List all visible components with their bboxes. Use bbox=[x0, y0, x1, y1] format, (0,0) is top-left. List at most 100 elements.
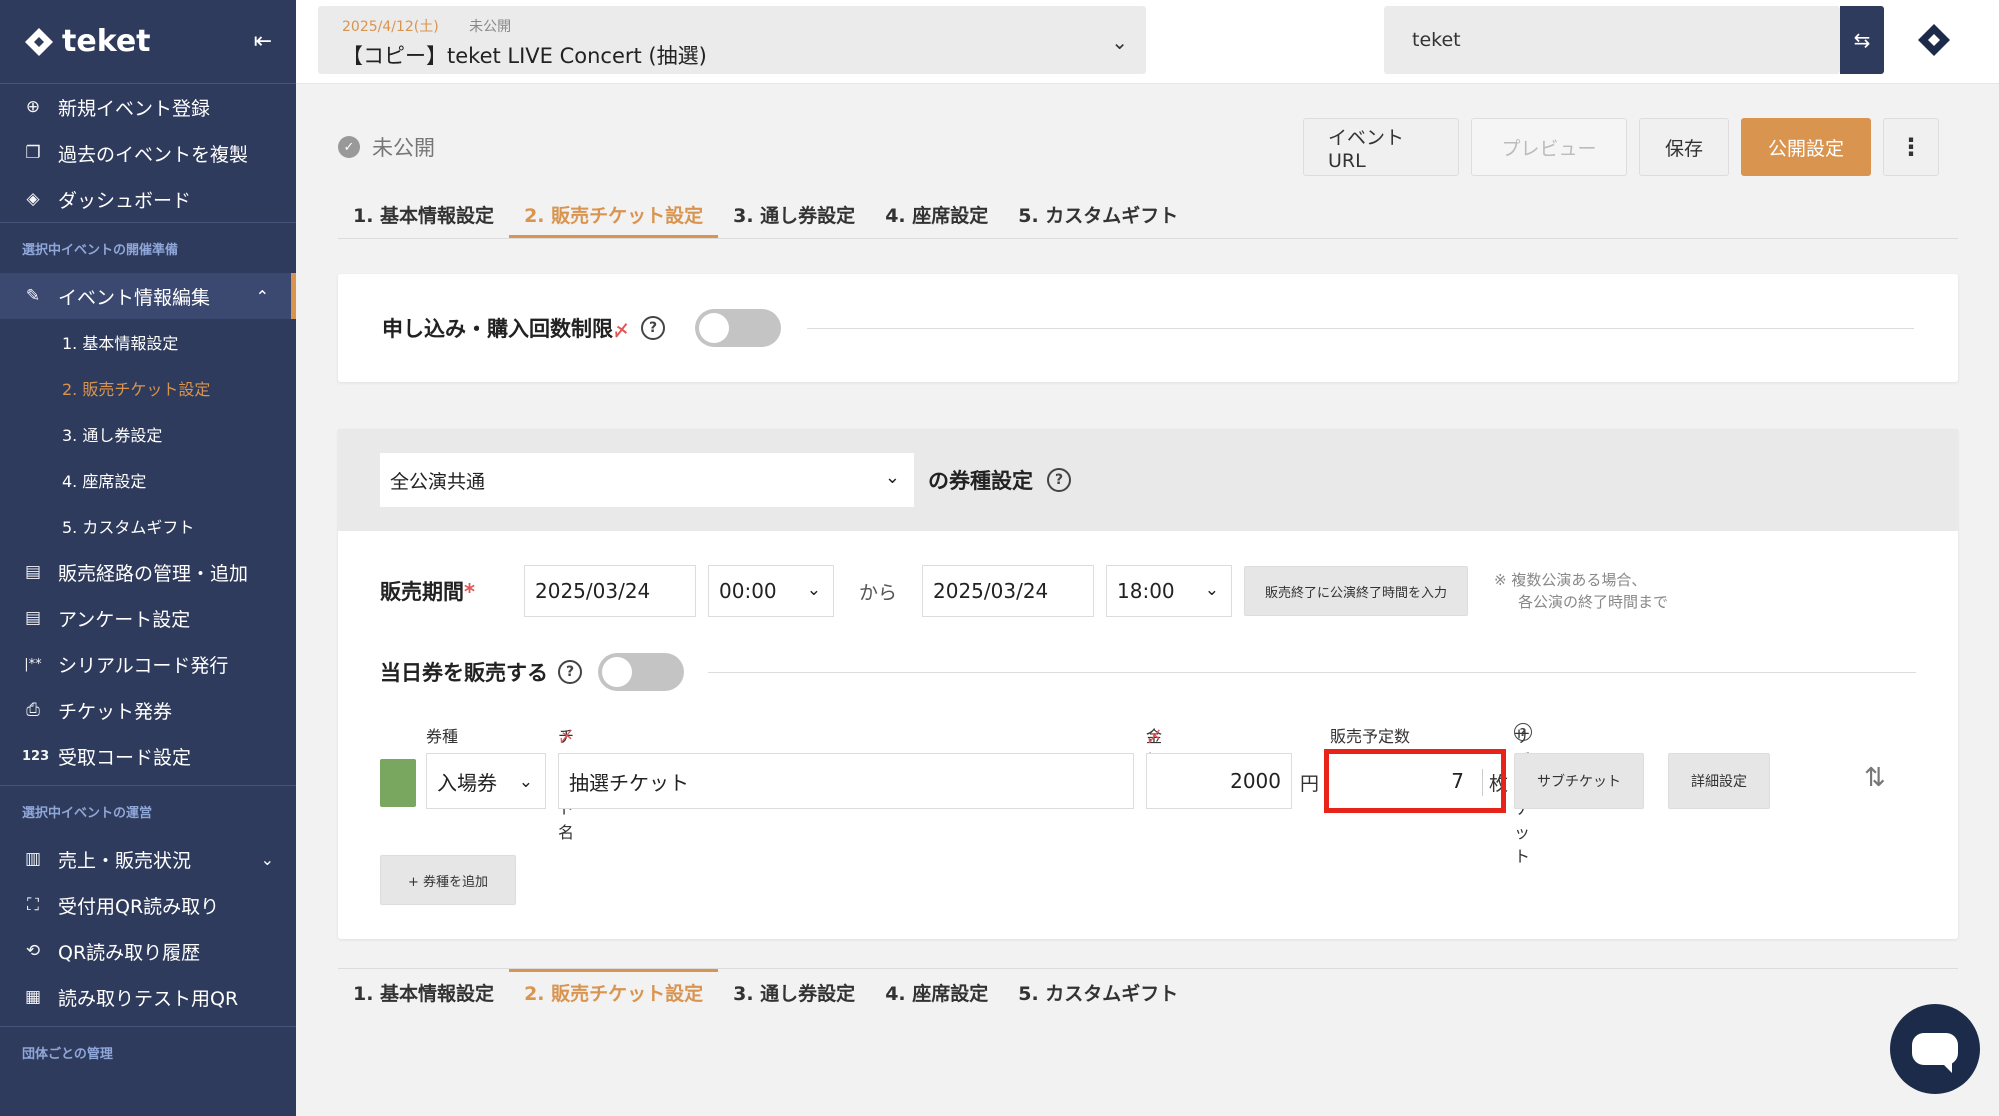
sidebar-sub-gift[interactable]: 5. カスタムギフト bbox=[0, 503, 296, 549]
help-icon[interactable]: ? bbox=[1047, 468, 1071, 492]
sidebar-section-prep: 選択中イベントの開催準備 bbox=[22, 242, 179, 258]
preview-button[interactable]: プレビュー bbox=[1471, 118, 1627, 176]
tab-pass[interactable]: 3. 通し券設定 bbox=[718, 969, 870, 1013]
123-icon: 123 bbox=[22, 748, 50, 764]
purchase-limit-toggle[interactable] bbox=[695, 309, 782, 347]
performance-scope-select[interactable]: 全公演共通 ⌄ bbox=[380, 453, 914, 507]
sidebar-item-channels[interactable]: ▤ 販売経路の管理・追加 bbox=[0, 549, 296, 595]
sidebar-item-label: ダッシュボード bbox=[58, 189, 192, 212]
save-button[interactable]: 保存 bbox=[1639, 118, 1729, 176]
event-url-button[interactable]: イベントURL bbox=[1303, 118, 1459, 176]
event-date: 2025/4/12(土) bbox=[342, 19, 439, 35]
chevron-down-icon: ⌄ bbox=[260, 849, 274, 869]
sidebar-item-duplicate[interactable]: ❐ 過去のイベントを複製 bbox=[0, 130, 296, 176]
sidebar: teket ⇤ ⊕ 新規イベント登録 ❐ 過去のイベントを複製 ◈ ダッシュボー… bbox=[0, 0, 296, 1116]
same-day-toggle[interactable] bbox=[598, 653, 684, 691]
sidebar-item-label: 読み取りテスト用QR bbox=[58, 987, 239, 1010]
sidebar-item-sales[interactable]: ▥ 売上・販売状況 ⌄ bbox=[0, 836, 296, 882]
ticket-type-select[interactable]: 入場券 ⌄ bbox=[426, 753, 546, 809]
price-input[interactable]: 2000 bbox=[1146, 753, 1292, 809]
asterisk-icon: |** bbox=[24, 656, 42, 672]
tab-pass[interactable]: 3. 通し券設定 bbox=[718, 194, 870, 238]
ticket-name-input[interactable]: 抽選チケット bbox=[558, 753, 1134, 809]
org-selector[interactable]: teket bbox=[1384, 6, 1840, 74]
tab-seats[interactable]: 4. 座席設定 bbox=[870, 969, 1003, 1013]
end-date-input[interactable]: 2025/03/24 bbox=[922, 565, 1094, 617]
sidebar-sub-tickets[interactable]: 2. 販売チケット設定 bbox=[0, 365, 296, 411]
chevron-up-icon: ⌃ bbox=[255, 286, 269, 306]
tab-basic[interactable]: 1. 基本情報設定 bbox=[338, 969, 509, 1013]
sidebar-item-qr-scan[interactable]: ⛶ 受付用QR読み取り bbox=[0, 882, 296, 928]
highlight-box bbox=[1324, 749, 1506, 813]
add-ticket-type-button[interactable]: + 券種を追加 bbox=[380, 855, 516, 905]
sidebar-item-dashboard[interactable]: ◈ ダッシュボード bbox=[0, 176, 296, 222]
sidebar-collapse-icon[interactable]: ⇤ bbox=[254, 29, 272, 54]
ticket-color-chip[interactable] bbox=[380, 759, 416, 807]
sidebar-item-label: 受付用QR読み取り bbox=[58, 895, 220, 918]
event-selector[interactable]: 2025/4/12(土) 未公開 【コピー】teket LIVE Concert… bbox=[318, 6, 1146, 74]
tab-tickets[interactable]: 2. 販売チケット設定 bbox=[509, 969, 719, 1013]
step-tabs-bottom: 1. 基本情報設定 2. 販売チケット設定 3. 通し券設定 4. 座席設定 5… bbox=[338, 968, 1958, 1013]
fill-end-time-button[interactable]: 販売終了に公演終了時間を入力 bbox=[1244, 566, 1468, 616]
end-time-select[interactable]: 18:00 ⌄ bbox=[1106, 565, 1232, 617]
detail-settings-button[interactable]: 詳細設定 bbox=[1668, 753, 1770, 809]
publish-settings-button[interactable]: 公開設定 bbox=[1741, 118, 1871, 176]
sidebar-item-label: チケット発券 bbox=[58, 700, 173, 723]
tab-basic[interactable]: 1. 基本情報設定 bbox=[338, 194, 509, 238]
event-meta: 2025/4/12(土) 未公開 bbox=[342, 16, 1122, 36]
scope-value: 全公演共通 bbox=[390, 470, 486, 493]
sidebar-item-new-event[interactable]: ⊕ 新規イベント登録 bbox=[0, 84, 296, 130]
sales-period-row: 販売期間* 2025/03/24 00:00 ⌄ から 2025/03/24 18… bbox=[380, 565, 1916, 617]
more-options-icon[interactable]: ⋮ bbox=[1883, 118, 1939, 176]
plus-circle-icon: ⊕ bbox=[25, 97, 41, 117]
swap-arrows-icon: ⇆ bbox=[1853, 28, 1871, 52]
teket-brand-icon[interactable] bbox=[1916, 22, 1952, 58]
brand-logo[interactable]: teket bbox=[24, 24, 151, 59]
tab-gift[interactable]: 5. カスタムギフト bbox=[1003, 194, 1193, 238]
from-label: から bbox=[858, 581, 897, 604]
edit-icon: ✎ bbox=[25, 286, 41, 306]
sidebar-item-label: 新規イベント登録 bbox=[58, 97, 211, 120]
sidebar-item-label: 販売経路の管理・追加 bbox=[58, 562, 249, 585]
col-type: 券種 bbox=[426, 727, 459, 746]
sidebar-item-survey[interactable]: ▤ アンケート設定 bbox=[0, 595, 296, 641]
chevron-down-icon: ⌄ bbox=[1111, 30, 1128, 54]
sidebar-section-ops: 選択中イベントの運営 bbox=[22, 805, 153, 821]
sidebar-item-test-qr[interactable]: ▦ 読み取りテスト用QR bbox=[0, 974, 296, 1020]
sales-period-label: 販売期間* bbox=[380, 580, 475, 604]
chevron-down-icon: ⌄ bbox=[1204, 580, 1219, 600]
start-date-input[interactable]: 2025/03/24 bbox=[524, 565, 696, 617]
price-unit: 円 bbox=[1300, 773, 1320, 795]
copy-icon: ❐ bbox=[25, 143, 41, 163]
chat-support-button[interactable] bbox=[1890, 1004, 1980, 1094]
ticket-column-headers: 券種 チケット名〆 金額〆 販売予定数 サブチケット ? bbox=[380, 723, 1916, 866]
start-time-select[interactable]: 00:00 ⌄ bbox=[708, 565, 834, 617]
divider bbox=[807, 327, 1914, 329]
sidebar-item-event-edit[interactable]: ✎ イベント情報編集 ⌃ bbox=[0, 273, 296, 319]
sidebar-item-issue[interactable]: ⎙ チケット発券 bbox=[0, 687, 296, 733]
main-content: ✓ 未公開 イベントURL プレビュー 保存 公開設定 ⋮ 1. 基本情報設定 … bbox=[296, 84, 1999, 1116]
brand-name: teket bbox=[62, 24, 151, 59]
sort-arrows-icon[interactable]: ⇅ bbox=[1864, 763, 1886, 793]
top-actions: イベントURL プレビュー 保存 公開設定 ⋮ bbox=[1303, 118, 1939, 176]
switch-org-button[interactable]: ⇆ bbox=[1840, 6, 1884, 74]
sidebar-item-label: 売上・販売状況 bbox=[58, 849, 192, 872]
qr-icon: ▦ bbox=[24, 987, 42, 1007]
help-icon[interactable]: ? bbox=[641, 316, 666, 340]
help-icon[interactable]: ? bbox=[1514, 723, 1532, 741]
sub-ticket-button[interactable]: サブチケット bbox=[1514, 753, 1644, 809]
sidebar-item-serial[interactable]: |** シリアルコード発行 bbox=[0, 641, 296, 687]
sidebar-sub-pass[interactable]: 3. 通し券設定 bbox=[0, 411, 296, 457]
doc-icon: ▤ bbox=[24, 608, 42, 628]
tab-seats[interactable]: 4. 座席設定 bbox=[870, 194, 1003, 238]
ticket-row: 入場券 ⌄ 抽選チケット 2000 円 7 枚 サブチケット 詳細設定 ⇅ bbox=[380, 749, 1916, 813]
sidebar-item-qr-history[interactable]: ⟲ QR読み取り履歴 bbox=[0, 928, 296, 974]
tab-gift[interactable]: 5. カスタムギフト bbox=[1003, 969, 1193, 1013]
sidebar-sub-basic[interactable]: 1. 基本情報設定 bbox=[0, 319, 296, 365]
sidebar-item-receive-code[interactable]: 123 受取コード設定 bbox=[0, 733, 296, 779]
tab-tickets[interactable]: 2. 販売チケット設定 bbox=[509, 194, 719, 238]
step-tabs: 1. 基本情報設定 2. 販売チケット設定 3. 通し券設定 4. 座席設定 5… bbox=[338, 194, 1958, 239]
help-icon[interactable]: ? bbox=[558, 660, 582, 684]
sidebar-sub-seats[interactable]: 4. 座席設定 bbox=[0, 457, 296, 503]
sidebar-item-label: 受取コード設定 bbox=[58, 746, 192, 769]
